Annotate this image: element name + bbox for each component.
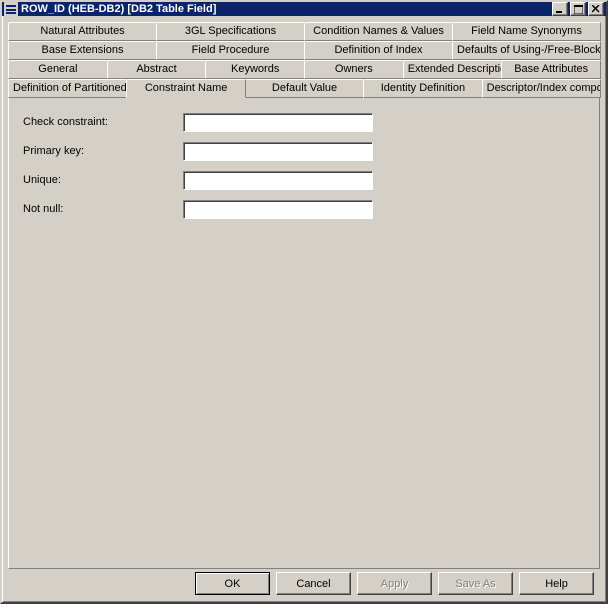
help-button[interactable]: Help: [519, 572, 594, 595]
label-check-constraint: Check constraint:: [21, 116, 183, 128]
tab-strip: Natural Attributes 3GL Specifications Co…: [8, 22, 600, 569]
cancel-button[interactable]: Cancel: [276, 572, 351, 595]
tab-constraint-name[interactable]: Constraint Name: [126, 79, 245, 98]
minimize-button[interactable]: [552, 2, 568, 16]
close-icon: [592, 5, 600, 13]
input-primary-key[interactable]: [183, 142, 373, 161]
window-controls: [550, 2, 604, 16]
tab-field-name-synonyms[interactable]: Field Name Synonyms: [452, 22, 601, 41]
tab-row-3: General Abstract Keywords Owners Extende…: [8, 60, 600, 79]
label-not-null: Not null:: [21, 203, 183, 215]
input-unique[interactable]: [183, 171, 373, 190]
row-not-null: Not null:: [21, 199, 587, 219]
button-bar: OK Cancel Apply Save As Help: [8, 569, 600, 598]
tab-owners[interactable]: Owners: [304, 60, 404, 79]
tab-identity-definition[interactable]: Identity Definition: [363, 79, 482, 98]
title-bar: ROW_ID (HEB-DB2) [DB2 Table Field]: [2, 2, 606, 16]
tab-extended-description[interactable]: Extended Description: [403, 60, 503, 79]
input-check-constraint[interactable]: [183, 113, 373, 132]
tab-condition-names-values[interactable]: Condition Names & Values: [304, 22, 453, 41]
label-unique: Unique:: [21, 174, 183, 186]
tab-base-attributes[interactable]: Base Attributes: [501, 60, 601, 79]
dialog-window: ROW_ID (HEB-DB2) [DB2 Table Field] Natur…: [0, 0, 608, 604]
apply-button[interactable]: Apply: [357, 572, 432, 595]
tab-row-2: Base Extensions Field Procedure Definiti…: [8, 41, 600, 60]
tab-base-extensions[interactable]: Base Extensions: [8, 41, 157, 60]
tab-page-constraint-name: Check constraint: Primary key: Unique: N…: [8, 97, 600, 569]
row-check-constraint: Check constraint:: [21, 112, 587, 132]
row-unique: Unique:: [21, 170, 587, 190]
save-as-button[interactable]: Save As: [438, 572, 513, 595]
tab-natural-attributes[interactable]: Natural Attributes: [8, 22, 157, 41]
window-icon: [4, 2, 18, 16]
tab-default-value[interactable]: Default Value: [245, 79, 364, 98]
minimize-icon: [556, 5, 564, 13]
tab-keywords[interactable]: Keywords: [205, 60, 305, 79]
label-primary-key: Primary key:: [21, 145, 183, 157]
tab-abstract[interactable]: Abstract: [107, 60, 207, 79]
tab-3gl-specifications[interactable]: 3GL Specifications: [156, 22, 305, 41]
ok-button[interactable]: OK: [195, 572, 270, 595]
tab-definition-partitioned-index[interactable]: Definition of Partitioned Index: [8, 79, 127, 98]
tab-row-1: Natural Attributes 3GL Specifications Co…: [8, 22, 600, 41]
client-area: Natural Attributes 3GL Specifications Co…: [2, 16, 606, 604]
close-button[interactable]: [588, 2, 604, 16]
tab-field-procedure[interactable]: Field Procedure: [156, 41, 305, 60]
tab-row-4: Definition of Partitioned Index Constrai…: [8, 79, 600, 98]
maximize-icon: [574, 5, 583, 14]
input-not-null[interactable]: [183, 200, 373, 219]
tab-general[interactable]: General: [8, 60, 108, 79]
tab-descriptor-index-composition[interactable]: Descriptor/Index composition: [482, 79, 601, 98]
tab-definition-of-index[interactable]: Definition of Index: [304, 41, 453, 60]
maximize-button[interactable]: [570, 2, 586, 16]
row-primary-key: Primary key:: [21, 141, 587, 161]
window-title: ROW_ID (HEB-DB2) [DB2 Table Field]: [21, 3, 550, 15]
tab-defaults-using-free-block[interactable]: Defaults of Using-/Free-Block: [452, 41, 601, 60]
